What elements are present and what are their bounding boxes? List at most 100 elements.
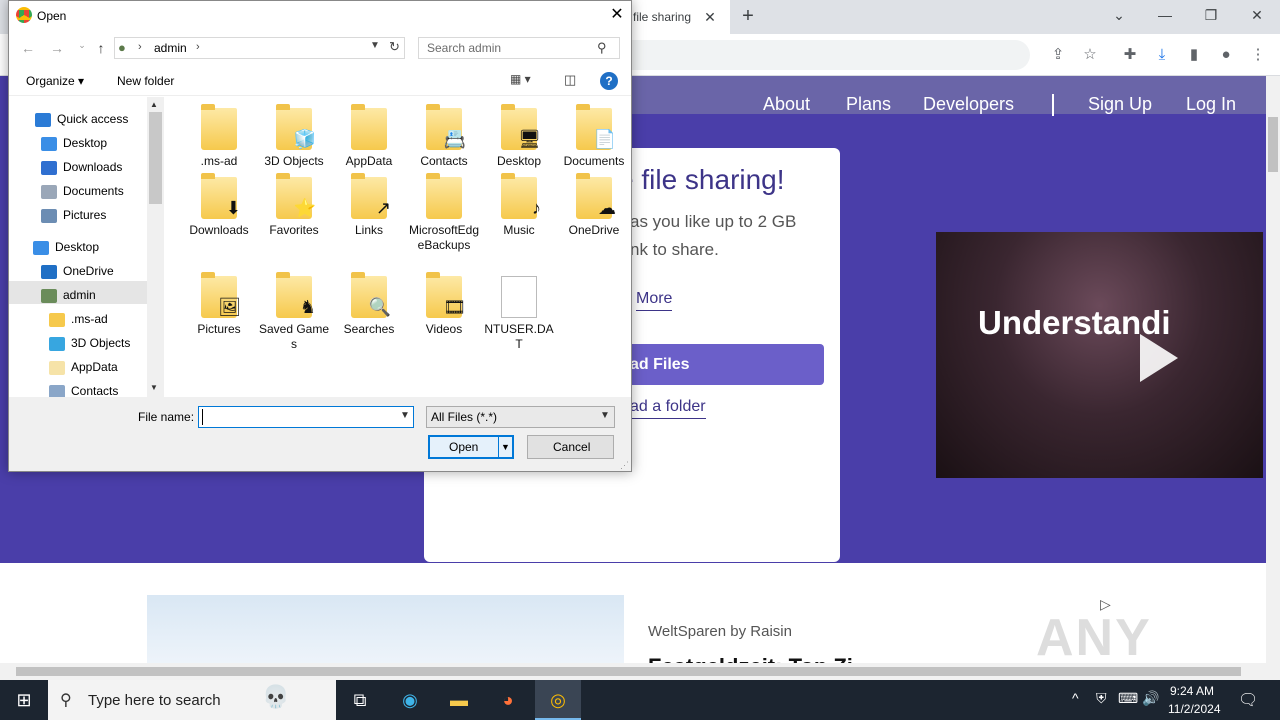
folder-icon: ⭐ — [276, 173, 316, 219]
folder-badge-icon: ♞ — [299, 297, 316, 317]
folder-item[interactable]: MicrosoftEdgeBackups — [408, 173, 480, 253]
address-dropdown-icon[interactable]: ▼ — [370, 40, 380, 51]
folder-icon: ☁ — [576, 173, 616, 219]
folder-item[interactable]: ♞ Saved Games — [258, 272, 330, 352]
breadcrumb-chevron-icon[interactable]: › — [138, 41, 142, 53]
security-icon[interactable]: ⛨ — [1096, 690, 1107, 707]
new-folder-button[interactable]: New folder — [117, 74, 174, 88]
folder-icon — [49, 312, 65, 327]
file-item[interactable]: NTUSER.DAT — [483, 276, 555, 352]
share-icon[interactable]: ⇪ — [1047, 44, 1069, 66]
ad-image[interactable] — [147, 595, 624, 663]
play-icon[interactable] — [1140, 334, 1178, 382]
new-tab-button[interactable]: + — [736, 5, 760, 29]
back-arrow-icon[interactable]: ← — [19, 40, 37, 56]
side-panel-icon[interactable]: ▮ — [1183, 44, 1205, 66]
folder-item[interactable]: .ms-ad — [183, 104, 255, 169]
address-bar[interactable] — [620, 40, 1030, 70]
forward-arrow-icon[interactable]: → — [48, 40, 66, 56]
up-arrow-icon[interactable]: ↑ — [92, 40, 110, 56]
file-name-label: 3D Objects — [264, 154, 324, 168]
folder-item[interactable]: 🖥 Desktop — [483, 104, 555, 169]
folder-badge-icon: ⭐ — [293, 198, 316, 218]
folder-item[interactable]: 🖼 Pictures — [183, 272, 255, 337]
volume-icon[interactable]: 🔊 — [1142, 690, 1159, 707]
page-hscroll-thumb[interactable] — [16, 667, 1241, 676]
breadcrumb-chevron-icon[interactable]: › — [196, 41, 200, 53]
show-hidden-icons[interactable]: ^ — [1072, 690, 1079, 706]
scroll-up-icon[interactable]: ▲ — [150, 100, 158, 109]
file-name-label: Documents — [563, 154, 625, 168]
folder-item[interactable]: 📄 Documents — [558, 104, 630, 169]
folder-icon: 🧊 — [276, 104, 316, 150]
promo-video[interactable] — [936, 232, 1263, 478]
folder-item[interactable]: 🔍 Searches — [333, 272, 405, 337]
folder-item[interactable]: 🎞 Videos — [408, 272, 480, 337]
dialog-title: Open — [37, 9, 67, 23]
windows-start-icon[interactable]: ⊞ — [0, 680, 48, 720]
hero-title: e file sharing! — [618, 164, 785, 195]
folder-item[interactable]: 📇 Contacts — [408, 104, 480, 169]
organize-button[interactable]: Organize ▾ — [26, 74, 84, 88]
folder-item[interactable]: ↗ Links — [333, 173, 405, 238]
file-name-label: Downloads — [189, 223, 249, 237]
file-type-dropdown-icon[interactable]: ▼ — [600, 410, 610, 421]
search-icon[interactable]: ⚲ — [597, 40, 607, 56]
firefox-icon[interactable]: ◕ — [486, 684, 530, 716]
folder-item[interactable]: 🧊 3D Objects — [258, 104, 330, 169]
nav-developers[interactable]: Developers — [923, 94, 1014, 115]
change-view-icon[interactable]: ▦ ▾ — [510, 72, 531, 86]
page-scroll-thumb[interactable] — [1268, 117, 1278, 172]
edge-icon[interactable]: ◉ — [388, 684, 432, 716]
notifications-icon[interactable]: 🗨 — [1238, 690, 1258, 710]
file-name-label: Contacts — [420, 154, 468, 168]
folder-item[interactable]: AppData — [333, 104, 405, 169]
task-view-icon[interactable]: ⧉ — [338, 684, 382, 716]
clock-date[interactable]: 11/2/2024 — [1168, 702, 1221, 716]
file-name-label: Links — [354, 223, 383, 237]
folder-item[interactable]: ⬇ Downloads — [183, 173, 255, 238]
upload-files-label: ad Files — [630, 356, 690, 373]
tab-search-icon[interactable]: ⌄ — [1104, 4, 1134, 26]
preview-pane-icon[interactable]: ◫ — [564, 72, 576, 88]
clock-time[interactable]: 9:24 AM — [1170, 684, 1214, 698]
resize-grip-icon[interactable]: ⋰ — [620, 460, 629, 471]
file-name-input[interactable] — [198, 406, 414, 428]
folder-item[interactable]: ☁ OneDrive — [558, 173, 630, 238]
nav-item-label: Pictures — [63, 208, 107, 222]
recent-chevron-icon[interactable]: ⌄ — [73, 40, 91, 56]
file-name-dropdown-icon[interactable]: ▼ — [400, 410, 410, 421]
network-icon[interactable]: ⌨ — [1118, 690, 1138, 707]
upload-folder-link[interactable]: ad a folder — [630, 398, 706, 419]
profile-avatar-icon[interactable]: ● — [1215, 44, 1237, 66]
help-icon[interactable]: ? — [600, 72, 618, 90]
folder-item[interactable]: ⭐ Favorites — [258, 173, 330, 238]
scroll-down-icon[interactable]: ▼ — [150, 383, 158, 392]
search-icon: ⚲ — [60, 692, 72, 709]
downloads-icon[interactable]: ⤓ — [1151, 44, 1173, 66]
learn-more-link[interactable]: More — [636, 290, 673, 311]
nav-item-label: .ms-ad — [71, 312, 108, 326]
nav-plans[interactable]: Plans — [846, 94, 891, 115]
minimize-button[interactable]: — — [1150, 4, 1180, 26]
tab-close-icon[interactable]: ✕ — [700, 7, 720, 27]
window-close-button[interactable]: ✕ — [1242, 4, 1272, 26]
file-explorer-icon[interactable]: ▬ — [437, 684, 481, 716]
open-split-dropdown-icon[interactable]: ▼ — [498, 437, 512, 457]
restore-button[interactable]: ❐ — [1196, 4, 1226, 26]
ad-headline[interactable]: Festgeldzeit: Top Zi — [648, 654, 853, 663]
nav-about[interactable]: About — [763, 94, 810, 115]
nav-scroll-thumb[interactable] — [149, 112, 162, 204]
folder-item[interactable]: ♪ Music — [483, 173, 555, 238]
breadcrumb-admin[interactable]: admin — [154, 41, 187, 55]
nav-log-in[interactable]: Log In — [1186, 94, 1236, 115]
menu-kebab-icon[interactable]: ⋮ — [1247, 44, 1269, 66]
bookmark-star-icon[interactable]: ☆ — [1079, 44, 1101, 66]
search-highlight-icon[interactable]: 💀 — [262, 684, 289, 710]
refresh-icon[interactable]: ↻ — [389, 39, 400, 55]
file-name-label: OneDrive — [568, 223, 620, 237]
nav-sign-up[interactable]: Sign Up — [1088, 94, 1152, 115]
extensions-icon[interactable]: ✚ — [1119, 44, 1141, 66]
dialog-close-button[interactable]: ✕ — [606, 4, 628, 26]
file-type-value: All Files (*.*) — [431, 410, 498, 424]
